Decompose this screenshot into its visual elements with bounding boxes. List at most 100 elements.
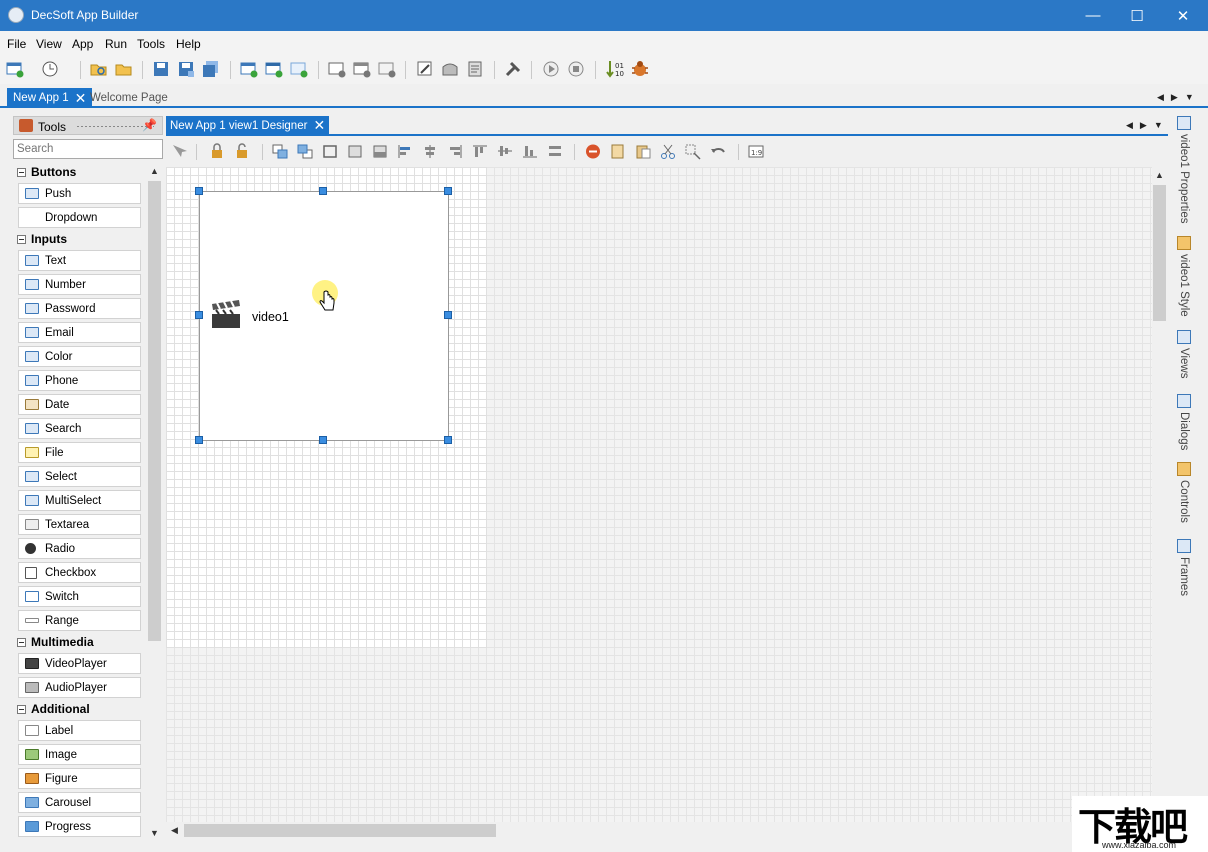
tool-search[interactable]: Search (18, 418, 141, 439)
close-designer-icon[interactable]: ✕ (313, 117, 325, 134)
resize-handle-nw[interactable] (195, 187, 203, 195)
collapse-icon[interactable] (17, 637, 26, 647)
resize-handle-w[interactable] (195, 311, 203, 319)
tool-text[interactable]: Text (18, 250, 141, 271)
group-inputs[interactable]: Inputs (17, 230, 144, 248)
select-tool-icon[interactable] (171, 143, 189, 160)
tools-search-input[interactable] (13, 139, 163, 159)
resize-handle-se[interactable] (444, 436, 452, 444)
tool-file[interactable]: File (18, 442, 141, 463)
side-tab-controls[interactable]: Controls (1172, 462, 1196, 523)
tool-number[interactable]: Number (18, 274, 141, 295)
delete-icon[interactable] (584, 143, 602, 160)
canvas-vertical-scrollbar[interactable]: ▲ (1152, 167, 1167, 822)
video1-control[interactable]: video1 (199, 191, 449, 441)
tool-switch[interactable]: Switch (18, 586, 141, 607)
tool-password[interactable]: Password (18, 298, 141, 319)
tool-select[interactable]: Select (18, 466, 141, 487)
app-options-icon[interactable] (503, 59, 523, 79)
side-tab-properties[interactable]: video1 Properties (1172, 116, 1196, 224)
menu-file[interactable]: File (7, 37, 26, 51)
distribute-icon[interactable] (546, 143, 564, 160)
scroll-thumb[interactable] (184, 824, 496, 837)
tool-checkbox[interactable]: Checkbox (18, 562, 141, 583)
tool-date[interactable]: Date (18, 394, 141, 415)
resize-handle-s[interactable] (319, 436, 327, 444)
new-app-icon[interactable] (5, 59, 25, 79)
group-additional[interactable]: Additional (17, 700, 144, 718)
fit-size-icon[interactable] (321, 143, 339, 160)
side-tab-style[interactable]: video1 Style (1172, 236, 1196, 317)
clone-icon[interactable] (684, 143, 702, 160)
scroll-thumb[interactable] (1153, 185, 1166, 321)
scroll-left-icon[interactable]: ◀ (171, 825, 178, 836)
resize-handle-n[interactable] (319, 187, 327, 195)
tool-range[interactable]: Range (18, 610, 141, 631)
tool-push[interactable]: Push (18, 183, 141, 204)
tool-multiselect[interactable]: MultiSelect (18, 490, 141, 511)
resize-handle-ne[interactable] (444, 187, 452, 195)
minimize-button[interactable]: — (1070, 0, 1116, 31)
tool-textarea[interactable]: Textarea (18, 514, 141, 535)
paste-icon[interactable] (634, 143, 652, 160)
designer-list-dropdown-icon[interactable]: ▼ (1154, 120, 1163, 131)
tool-dropdown[interactable]: Dropdown (18, 207, 141, 228)
scroll-up-icon[interactable]: ▲ (150, 166, 159, 176)
menu-run[interactable]: Run (105, 37, 127, 51)
document-icon[interactable] (465, 59, 485, 79)
run-icon[interactable] (541, 59, 561, 79)
scroll-thumb[interactable] (148, 181, 161, 641)
tool-image[interactable]: Image (18, 744, 141, 765)
open-recent-icon[interactable] (40, 59, 60, 79)
add-dialog-icon[interactable] (264, 59, 284, 79)
align-top-icon[interactable] (471, 143, 489, 160)
menu-help[interactable]: Help (176, 37, 201, 51)
collapse-icon[interactable] (17, 234, 26, 244)
tool-phone[interactable]: Phone (18, 370, 141, 391)
tools-scrollbar[interactable]: ▲ ▼ (147, 163, 162, 843)
same-height-icon[interactable] (371, 143, 389, 160)
remove-frame-icon[interactable] (377, 59, 397, 79)
cut-icon[interactable] (659, 143, 677, 160)
tab-view1-designer[interactable]: New App 1 view1 Designer ✕ (166, 116, 330, 135)
tool-email[interactable]: Email (18, 322, 141, 343)
align-center-icon[interactable] (421, 143, 439, 160)
aspect-ratio-icon[interactable]: 1:9 (747, 143, 765, 160)
menu-view[interactable]: View (36, 37, 62, 51)
tab-list-dropdown-icon[interactable]: ▼ (1185, 92, 1194, 103)
tab-scroll-left-icon[interactable]: ◀ (1157, 92, 1164, 103)
lock-icon[interactable] (208, 143, 226, 160)
tool-videoplayer[interactable]: VideoPlayer (18, 653, 141, 674)
sort-order-icon[interactable]: 0110 (605, 59, 625, 79)
save-icon[interactable] (151, 59, 171, 79)
collapse-icon[interactable] (17, 704, 26, 714)
add-view-icon[interactable] (239, 59, 259, 79)
tool-label[interactable]: Label (18, 720, 141, 741)
debug-bug-icon[interactable] (630, 59, 650, 79)
undo-icon[interactable] (709, 143, 727, 160)
save-as-icon[interactable] (176, 59, 196, 79)
maximize-button[interactable]: ☐ (1114, 0, 1160, 31)
align-middle-icon[interactable] (496, 143, 514, 160)
tab-welcome-page[interactable]: Welcome Page (84, 88, 174, 108)
copy-icon[interactable] (609, 143, 627, 160)
resize-handle-sw[interactable] (195, 436, 203, 444)
remove-dialog-icon[interactable] (352, 59, 372, 79)
view1-surface[interactable]: video1 (166, 167, 487, 648)
resize-handle-e[interactable] (444, 311, 452, 319)
scroll-up-icon[interactable]: ▲ (1155, 170, 1164, 180)
tool-radio[interactable]: Radio (18, 538, 141, 559)
scroll-down-icon[interactable]: ▼ (150, 828, 159, 838)
designer-scroll-right-icon[interactable]: ▶ (1140, 120, 1147, 131)
send-back-icon[interactable] (296, 143, 314, 160)
open-folder-icon[interactable] (114, 59, 134, 79)
close-button[interactable]: ✕ (1160, 0, 1206, 31)
unlock-icon[interactable] (233, 143, 251, 160)
canvas-horizontal-scrollbar[interactable]: ◀ (166, 822, 1152, 839)
edit-icon[interactable] (415, 59, 435, 79)
save-all-icon[interactable] (201, 59, 221, 79)
collapse-icon[interactable] (17, 167, 26, 177)
tab-scroll-right-icon[interactable]: ▶ (1171, 92, 1178, 103)
align-right-icon[interactable] (446, 143, 464, 160)
tool-carousel[interactable]: Carousel (18, 792, 141, 813)
